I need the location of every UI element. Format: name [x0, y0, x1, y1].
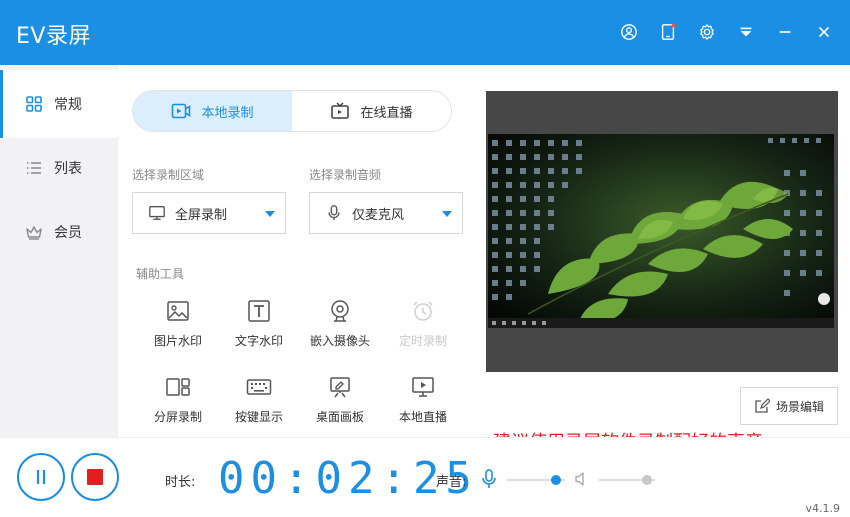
monitor-play-icon [410, 374, 436, 400]
region-select[interactable]: 全屏录制 [132, 192, 286, 234]
edit-icon [755, 398, 770, 413]
recording-preview [486, 91, 838, 372]
app-title: EV录屏 [16, 24, 91, 49]
desktop-preview-image [488, 134, 834, 328]
tool-desktop-board[interactable]: 桌面画板 [300, 374, 380, 430]
mode-tabs: 本地录制 在线直播 [132, 90, 452, 132]
sidebar-item-member[interactable]: 会员 [0, 198, 118, 266]
sidebar-item-label: 常规 [54, 97, 82, 113]
title-bar: EV录屏 [0, 0, 850, 65]
stop-button[interactable] [71, 453, 119, 501]
minimize-icon[interactable] [775, 22, 795, 42]
image-icon [165, 298, 191, 324]
microphone-icon[interactable] [481, 469, 497, 489]
tab-local-record[interactable]: 本地录制 [133, 91, 292, 131]
speaker-volume-knob[interactable] [641, 475, 652, 485]
sidebar: 常规 列表 会员 [0, 65, 118, 437]
speaker-icon[interactable] [574, 471, 590, 487]
tool-label: 图片水印 [153, 334, 202, 348]
tool-label: 本地直播 [398, 410, 447, 424]
tablet-icon[interactable] [658, 22, 678, 42]
chevron-down-icon [442, 211, 452, 217]
tab-label: 本地录制 [201, 105, 254, 121]
tool-label: 按键显示 [234, 410, 283, 424]
tool-label: 嵌入摄像头 [309, 334, 370, 348]
duration-label: 时长: [165, 475, 196, 490]
bottom-bar: 时长: 00:02:25 声音: v4.1.9 [0, 437, 850, 517]
menu-icon[interactable] [736, 22, 756, 42]
audio-value: 仅麦克风 [352, 207, 405, 223]
tool-key-display[interactable]: 按键显示 [219, 374, 299, 430]
alarm-clock-icon [410, 298, 436, 324]
keyboard-icon [246, 374, 272, 400]
sound-label: 声音: [436, 475, 467, 490]
tool-label: 桌面画板 [315, 410, 364, 424]
tab-label: 在线直播 [360, 105, 413, 121]
webcam-icon [327, 298, 353, 324]
text-icon [246, 298, 272, 324]
tool-webcam[interactable]: 嵌入摄像头 [300, 298, 380, 354]
microphone-icon [324, 203, 344, 223]
audio-label: 选择录制音频 [309, 168, 382, 182]
region-value: 全屏录制 [175, 207, 228, 223]
tool-label: 定时录制 [398, 334, 447, 348]
pause-icon [36, 470, 46, 484]
tool-split-screen[interactable]: 分屏录制 [138, 374, 218, 430]
region-label: 选择录制区域 [132, 168, 205, 182]
close-icon[interactable] [814, 22, 834, 42]
tools-label: 辅助工具 [136, 267, 185, 281]
tv-icon [331, 102, 350, 119]
sidebar-item-list[interactable]: 列表 [0, 134, 118, 202]
crown-icon [24, 222, 44, 242]
tool-label: 文字水印 [234, 334, 283, 348]
grid-icon [24, 94, 44, 114]
scene-edit-button[interactable]: 场景编辑 [740, 387, 838, 425]
gear-icon[interactable] [697, 22, 717, 42]
mic-volume-knob[interactable] [551, 475, 562, 485]
tool-label: 分屏录制 [153, 410, 202, 424]
tool-local-live[interactable]: 本地直播 [383, 374, 463, 430]
user-icon[interactable] [619, 22, 639, 42]
sidebar-item-label: 会员 [54, 225, 82, 241]
audio-select[interactable]: 仅麦克风 [309, 192, 463, 234]
tool-scheduled-record[interactable]: 定时录制 [383, 298, 463, 354]
easel-icon [327, 374, 353, 400]
split-screen-icon [165, 374, 191, 400]
tool-text-watermark[interactable]: 文字水印 [219, 298, 299, 354]
sidebar-item-general[interactable]: 常规 [0, 70, 118, 138]
stop-icon [87, 469, 103, 485]
list-icon [24, 158, 44, 178]
chevron-down-icon [265, 211, 275, 217]
tab-live-stream[interactable]: 在线直播 [292, 91, 451, 131]
app-window: EV录屏 常规 列表 会员 本地录制 在线直播 选择录制区域 全屏录制 选择录制… [0, 0, 850, 517]
scene-edit-label: 场景编辑 [775, 399, 824, 414]
pause-button[interactable] [17, 453, 65, 501]
monitor-icon [147, 203, 167, 223]
tool-image-watermark[interactable]: 图片水印 [138, 298, 218, 354]
sidebar-item-label: 列表 [54, 161, 82, 177]
version-label: v4.1.9 [805, 502, 841, 515]
video-icon [172, 103, 191, 119]
